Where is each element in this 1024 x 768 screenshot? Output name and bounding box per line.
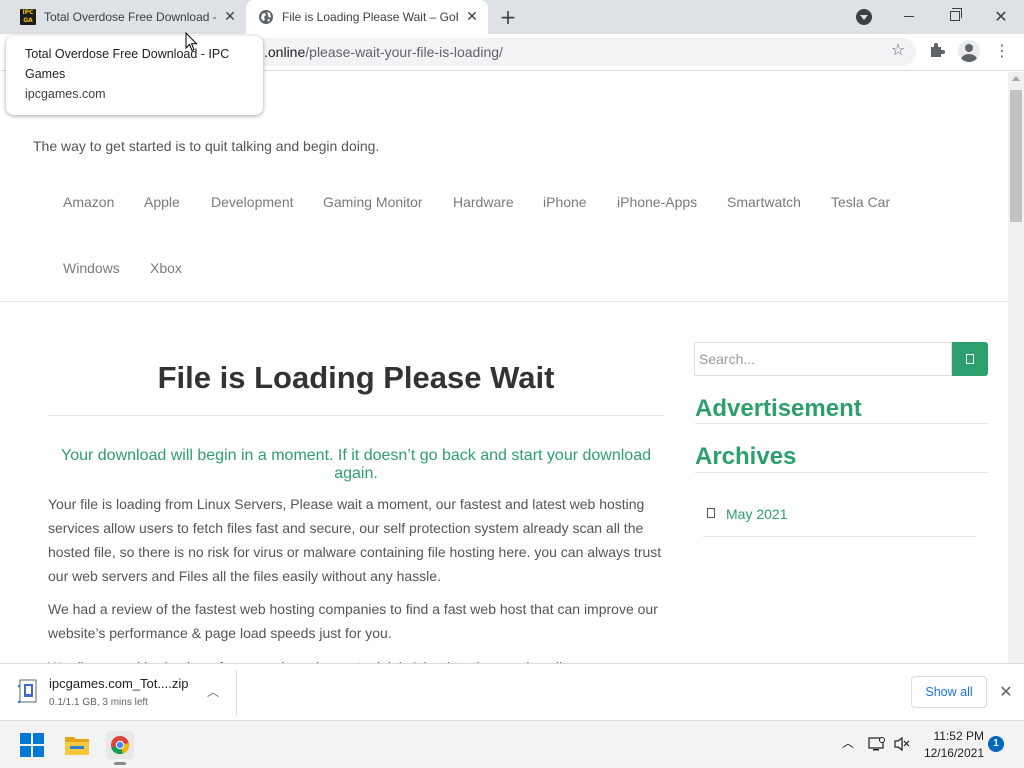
page-title: File is Loading Please Wait — [157, 360, 555, 395]
tray-overflow-chevron-icon[interactable]: ︿ — [840, 735, 856, 751]
menu-kebab-icon[interactable]: ⋮ — [994, 41, 1010, 61]
article-paragraph: Your file is loading from Linux Servers,… — [48, 496, 662, 584]
nav-item-amazon[interactable]: Amazon — [63, 194, 114, 210]
nav-item-hardware[interactable]: Hardware — [453, 194, 514, 210]
nav-item-gaming-monitor[interactable]: Gaming Monitor — [323, 194, 423, 210]
show-all-button[interactable]: Show all — [911, 676, 987, 708]
tab-hover-card: Total Overdose Free Download - IPC Games… — [6, 36, 263, 115]
tab-search-chevron-icon[interactable] — [856, 9, 872, 25]
nav-item-iphone[interactable]: iPhone — [543, 194, 587, 210]
nav-item-smartwatch[interactable]: Smartwatch — [727, 194, 801, 210]
widget-title-advertisement: Advertisement — [695, 395, 862, 422]
window-close-button[interactable]: ✕ — [978, 0, 1024, 32]
tab-close-icon[interactable]: ✕ — [222, 9, 238, 25]
tab-title: Total Overdose Free Download - IPC Games — [44, 10, 216, 24]
windows-taskbar: ︿ 11:52 PM 12/16/2021 1 — [0, 720, 1024, 768]
download-shelf: ipcgames.com_Tot....zip 0.1/1.1 GB, 3 mi… — [0, 663, 1024, 720]
tab-title: File is Loading Please Wait – GoRunTo — [282, 10, 458, 24]
article-paragraph: We had a review of the fastest web hosti… — [48, 601, 658, 641]
extensions-puzzle-icon[interactable] — [928, 41, 946, 59]
ipc-games-favicon-icon: IPC GA — [20, 9, 36, 25]
chrome-icon[interactable] — [106, 731, 134, 765]
hover-card-domain: ipcgames.com — [25, 87, 106, 101]
new-tab-plus-icon[interactable]: + — [498, 7, 518, 27]
clock-date[interactable]: 12/16/2021 — [918, 746, 984, 760]
tab-file-loading[interactable]: File is Loading Please Wait – GoRunTo ✕ — [246, 0, 488, 34]
widget-divider — [695, 423, 988, 424]
title-divider — [48, 415, 664, 416]
bookmark-star-icon[interactable]: ☆ — [888, 40, 908, 60]
nav-item-apple[interactable]: Apple — [144, 194, 180, 210]
site-tagline: The way to get started is to quit talkin… — [33, 138, 380, 154]
widget-divider — [695, 472, 988, 473]
clock-time[interactable]: 11:52 PM — [918, 729, 984, 743]
notification-badge[interactable]: 1 — [988, 736, 1004, 752]
mouse-cursor-icon — [185, 32, 198, 52]
folder-icon — [707, 508, 715, 518]
window-minimize-button[interactable] — [886, 0, 932, 32]
chevron-up-icon[interactable]: ︿ — [204, 683, 222, 701]
restore-icon — [950, 8, 962, 21]
nav-item-windows[interactable]: Windows — [63, 260, 120, 276]
minimize-icon — [904, 15, 914, 17]
page-scrollbar[interactable] — [1008, 72, 1024, 663]
file-explorer-icon[interactable] — [64, 733, 90, 757]
window-restore-button[interactable] — [932, 0, 978, 32]
tab-close-icon[interactable]: ✕ — [464, 9, 480, 25]
download-file-name[interactable]: ipcgames.com_Tot....zip — [49, 676, 188, 691]
nav-item-development[interactable]: Development — [211, 194, 294, 210]
network-monitor-icon[interactable] — [868, 736, 886, 752]
archive-divider — [703, 536, 976, 537]
scrollbar-thumb[interactable] — [1010, 90, 1022, 222]
nav-item-xbox[interactable]: Xbox — [150, 260, 182, 276]
hover-card-title: Total Overdose Free Download - IPC Games — [25, 47, 230, 81]
download-notice: Your download will begin in a moment. If… — [61, 447, 651, 482]
volume-muted-icon[interactable] — [894, 736, 912, 752]
web-page: The way to get started is to quit talkin… — [0, 72, 1008, 663]
tab-total-overdose[interactable]: IPCGA Total Overdose Free Download - IPC… — [8, 0, 246, 34]
tab-strip: IPCGA Total Overdose Free Download - IPC… — [0, 0, 1024, 34]
widget-title-archives: Archives — [695, 443, 797, 470]
address-bar[interactable]: .online/please-wait-your-file-is-loading… — [230, 38, 916, 66]
profile-avatar-icon[interactable] — [958, 40, 980, 62]
globe-icon — [259, 10, 273, 24]
address-host: .online — [264, 44, 306, 60]
chrome-logo-icon — [111, 736, 130, 755]
sidebar-search-input[interactable] — [694, 342, 952, 376]
scroll-up-arrow-icon[interactable] — [1012, 76, 1020, 81]
nav-item-tesla-car[interactable]: Tesla Car — [831, 194, 890, 210]
windows-start-icon[interactable] — [20, 733, 44, 757]
download-status: 0.1/1.1 GB, 3 mins left — [49, 697, 148, 708]
search-icon — [966, 354, 974, 364]
archive-link-may-2021[interactable]: May 2021 — [726, 506, 787, 522]
nav-divider — [0, 301, 1008, 302]
address-path: /please-wait-your-file-is-loading/ — [305, 44, 503, 60]
nav-item-iphone-apps[interactable]: iPhone-Apps — [617, 194, 697, 210]
zip-file-icon — [18, 679, 37, 703]
article-paragraph: We discovered in-depth performance based… — [48, 655, 668, 663]
sidebar-search-button[interactable] — [952, 342, 988, 376]
shelf-divider — [236, 670, 237, 716]
close-icon[interactable]: ✕ — [996, 682, 1016, 702]
